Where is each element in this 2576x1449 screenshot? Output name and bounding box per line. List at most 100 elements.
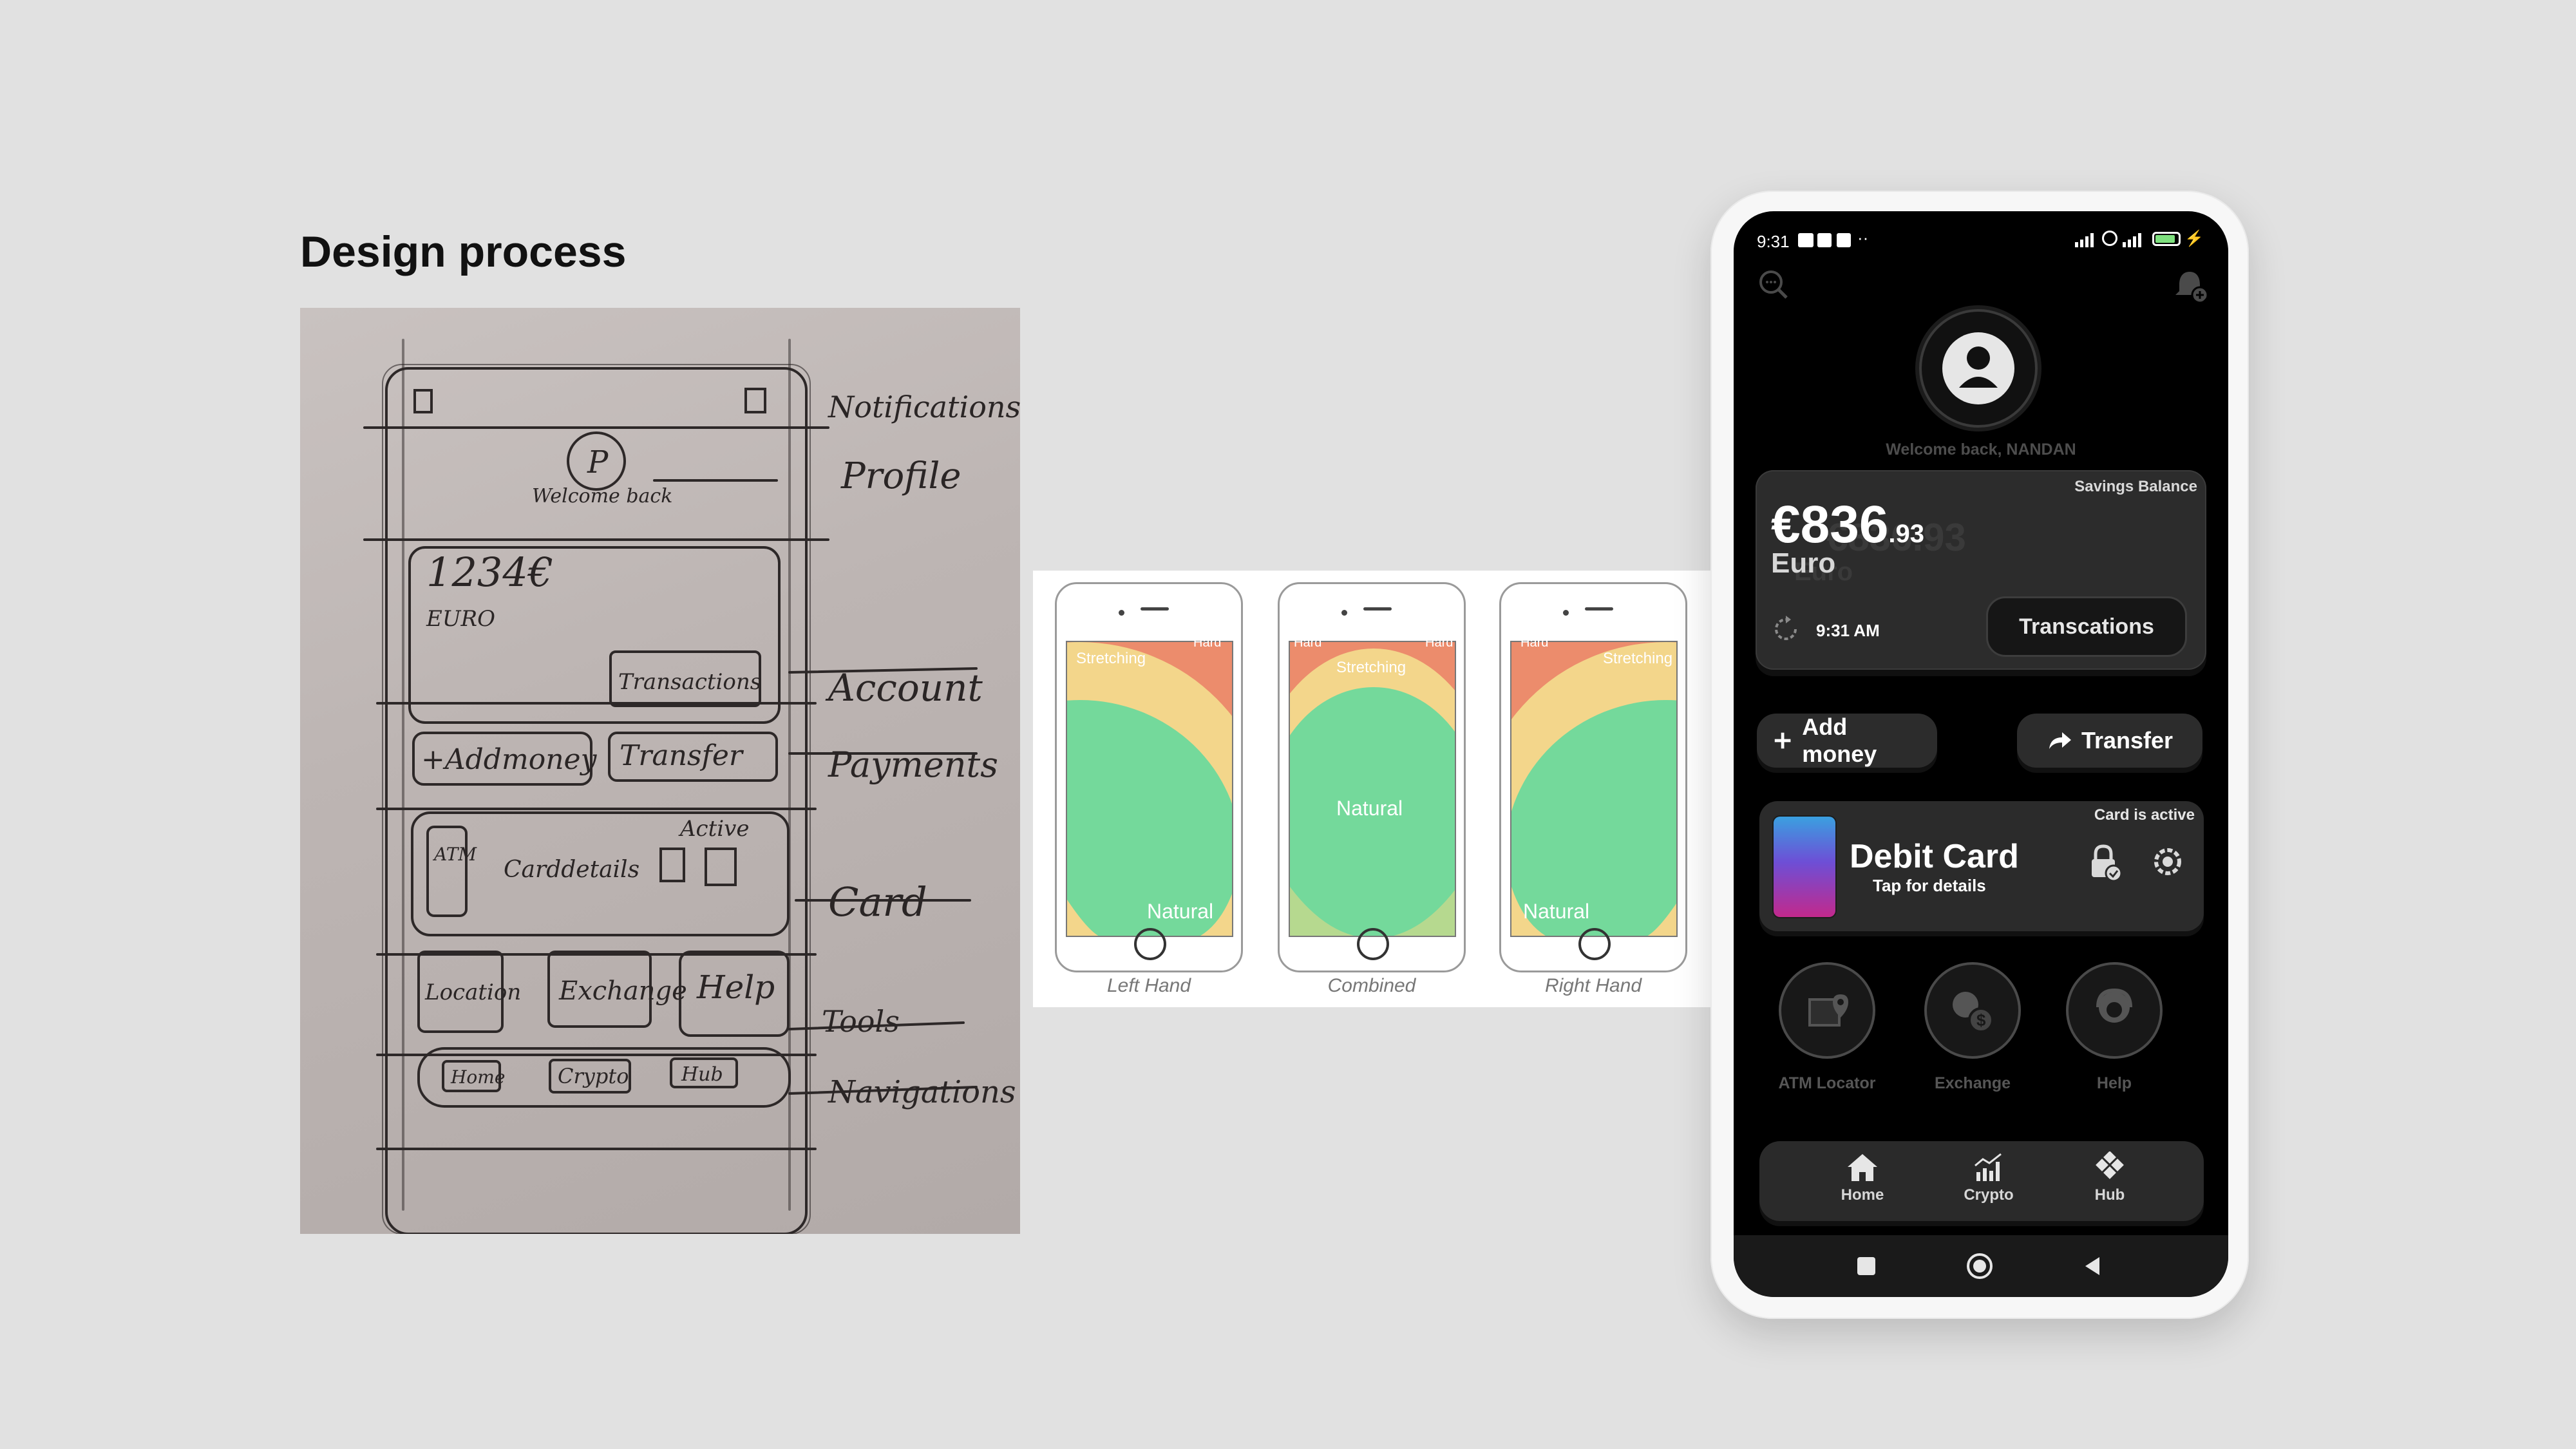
debit-card-panel[interactable]: Card is active Debit Card Tap for detail… xyxy=(1759,801,2204,931)
atm-locator-button[interactable] xyxy=(1779,962,1875,1059)
zone-label-natural: Natural xyxy=(1523,900,1590,923)
zone-label-stretching: Stretching xyxy=(1336,659,1406,676)
zone-label-hard-left: Hard xyxy=(1294,636,1322,650)
system-navigation-bar xyxy=(1734,1235,2228,1297)
youtube-icon xyxy=(1798,233,1814,247)
exchange-label: Exchange xyxy=(1934,1074,2011,1092)
add-money-label: Add money xyxy=(1802,714,1877,767)
wireframe-sketch: Notifications Profile Account Payments C… xyxy=(300,308,1020,1234)
zone-label-stretching: Stretching xyxy=(1076,650,1146,667)
sketch-note-payments: Payments xyxy=(828,744,998,785)
svg-text:$: $ xyxy=(1976,1010,1986,1030)
caption-right-hand: Right Hand xyxy=(1544,975,1642,996)
sketch-note-navigations: Navigations xyxy=(828,1074,1016,1110)
sketch-exchange: Exchange xyxy=(558,976,687,1006)
zone-label-hard-right: Hard xyxy=(1425,636,1454,650)
sketch-help: Help xyxy=(696,969,775,1006)
add-money-button[interactable]: Add money xyxy=(1757,714,1937,768)
sketch-hub: Hub xyxy=(681,1063,723,1086)
linkedin-icon xyxy=(1817,233,1832,247)
plus-icon xyxy=(1774,732,1791,749)
share-arrow-icon xyxy=(2049,732,2071,749)
status-time: 9:31 xyxy=(1757,232,1790,251)
gear-icon[interactable] xyxy=(2148,842,2187,881)
sketch-note-tools: Tools xyxy=(822,1004,900,1039)
nav-hub-label: Hub xyxy=(2094,1186,2125,1204)
card-thumbnail xyxy=(1774,817,1835,917)
charging-icon: ⚡ xyxy=(2184,230,2204,247)
exchange-button[interactable]: $ xyxy=(1924,962,2021,1059)
sketch-note-card: Card xyxy=(828,878,927,925)
savings-label: Savings Balance xyxy=(2074,478,2197,495)
home-icon xyxy=(1848,1154,1877,1181)
sketch-active: Active xyxy=(678,816,749,842)
app-screen: 9:31 ·· ⚡ Welcome back, NANDAN Savings B… xyxy=(1734,211,2228,1297)
nav-home-label: Home xyxy=(1841,1186,1884,1204)
nav-crypto-label: Crypto xyxy=(1964,1186,2014,1204)
transfer-label: Transfer xyxy=(2081,727,2174,753)
thumb-zone-phone-combined: Hard Hard Stretching Natural xyxy=(1278,582,1466,972)
user-icon xyxy=(1942,332,2014,404)
sketch-note-profile: Profile xyxy=(840,455,961,497)
debit-card-title: Debit Card xyxy=(1850,838,2019,875)
thumb-zone-phone-right: Hard Stretching Natural xyxy=(1499,582,1687,972)
caption-combined: Combined xyxy=(1327,975,1416,996)
recents-icon[interactable] xyxy=(1857,1257,1875,1275)
search-icon[interactable] xyxy=(1757,268,1792,303)
balance-card[interactable]: Savings Balance €836.93 Euro €836.93 Eur… xyxy=(1756,470,2206,670)
thumb-zone-diagram: Stretching Hard Natural Left Hand Hard H… xyxy=(1033,571,1712,1007)
zone-label-natural: Natural xyxy=(1147,900,1214,923)
nav-home[interactable]: Home xyxy=(1824,1151,1901,1204)
currency-exchange-icon: $ xyxy=(1953,992,1994,1033)
help-button[interactable] xyxy=(2066,962,2163,1059)
balance-cents: .93 xyxy=(1888,520,1925,548)
sketch-atm: ATM xyxy=(432,844,477,865)
chart-icon xyxy=(1975,1153,2002,1181)
thumb-zone-screen-left xyxy=(1066,641,1233,937)
hotspot-icon xyxy=(2102,231,2117,246)
nav-crypto[interactable]: Crypto xyxy=(1950,1151,2027,1204)
nav-hub[interactable]: Hub xyxy=(2071,1151,2148,1204)
page-heading: Design process xyxy=(300,227,627,276)
transfer-button[interactable]: Transfer xyxy=(2017,714,2202,768)
sketch-welcome: Welcome back xyxy=(532,485,672,507)
help-label: Help xyxy=(2096,1074,2132,1092)
sketch-card-details: Carddetails xyxy=(504,857,639,883)
support-agent-icon xyxy=(2096,988,2132,1023)
grid-diamond-icon xyxy=(2096,1151,2124,1179)
sketch-profile-letter: P xyxy=(587,444,609,480)
zone-label-natural: Natural xyxy=(1336,797,1403,820)
last-updated-time: 9:31 AM xyxy=(1816,621,1880,640)
zone-label-hard: Hard xyxy=(1520,636,1549,650)
sketch-transfer: Transfer xyxy=(620,739,744,772)
status-bar: 9:31 ·· ⚡ xyxy=(1734,228,2228,254)
refresh-icon[interactable] xyxy=(1770,613,1802,645)
card-status: Card is active xyxy=(2094,806,2195,824)
avatar[interactable] xyxy=(1919,309,2038,428)
atm-locator-label: ATM Locator xyxy=(1778,1074,1876,1092)
thumb-zone-screen-right xyxy=(1510,641,1678,937)
sketch-amount: 1234€ xyxy=(426,549,553,596)
more-dots-icon: ·· xyxy=(1857,228,1869,247)
bottom-navigation: Home Crypto Hub xyxy=(1759,1141,2204,1221)
sketch-note-account: Account xyxy=(825,666,983,710)
thumb-zone-screen-combined xyxy=(1289,641,1456,937)
home-system-icon[interactable] xyxy=(1967,1253,1993,1279)
signal-icon xyxy=(2075,233,2094,247)
sketch-crypto: Crypto xyxy=(558,1064,629,1088)
zone-label-hard: Hard xyxy=(1193,636,1222,650)
thumb-zone-phone-left: Stretching Hard Natural xyxy=(1055,582,1243,972)
linkedin-icon xyxy=(1837,233,1851,247)
back-icon[interactable] xyxy=(2083,1256,2103,1276)
sketch-location: Location xyxy=(424,980,521,1005)
balance-main: €836 xyxy=(1771,495,1889,554)
sketch-note-notifications: Notifications xyxy=(828,390,1020,424)
signal-icon xyxy=(2123,233,2141,247)
welcome-text: Welcome back, NANDAN xyxy=(1886,440,2076,459)
zone-label-stretching: Stretching xyxy=(1603,650,1673,667)
balance-currency: Euro xyxy=(1771,547,1836,579)
notification-bell-icon[interactable] xyxy=(2172,267,2210,305)
lock-check-icon[interactable] xyxy=(2084,841,2125,882)
sketch-add-money: +Addmoney xyxy=(421,743,598,776)
transactions-button[interactable]: Transcations xyxy=(1986,596,2187,657)
